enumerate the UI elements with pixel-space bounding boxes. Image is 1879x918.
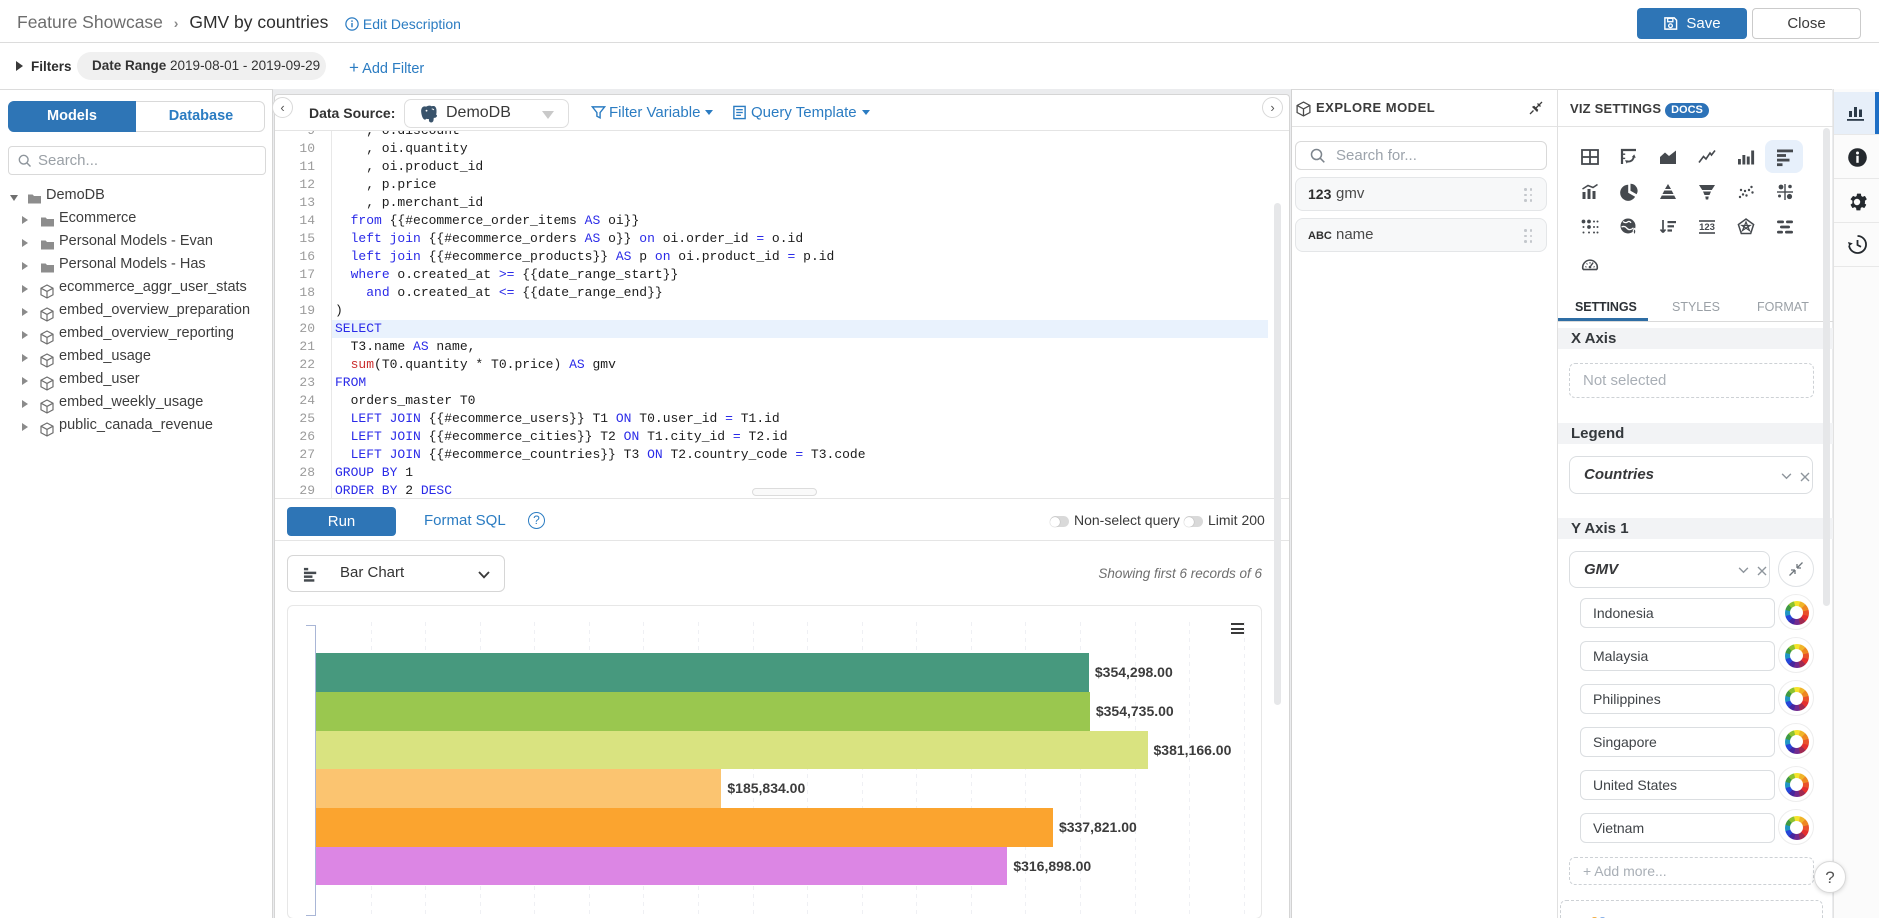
svg-text:123: 123 [1699, 222, 1715, 233]
